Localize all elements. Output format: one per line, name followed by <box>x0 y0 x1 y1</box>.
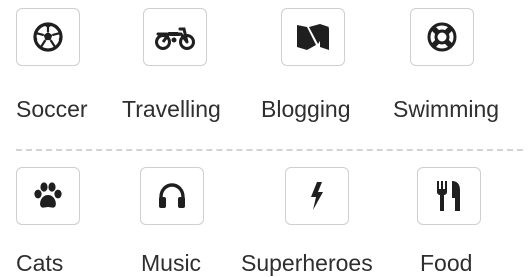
soccer-ball-icon <box>32 21 64 53</box>
interest-tile-travelling[interactable] <box>143 8 207 66</box>
interest-tile-food[interactable] <box>417 167 481 225</box>
interest-label-travelling: Travelling <box>122 96 221 122</box>
section-divider <box>16 149 523 151</box>
paw-icon <box>32 181 64 211</box>
interest-tile-music[interactable] <box>140 167 204 225</box>
lightning-bolt-icon <box>308 181 326 211</box>
headphones-icon <box>157 182 187 210</box>
motorcycle-icon <box>154 23 196 51</box>
interest-label-soccer: Soccer <box>16 96 88 122</box>
interest-tile-blogging[interactable] <box>281 8 345 66</box>
life-ring-icon <box>426 21 458 53</box>
interest-tile-soccer[interactable] <box>16 8 80 66</box>
interest-label-music: Music <box>141 250 202 276</box>
cutlery-icon <box>434 180 464 212</box>
interest-tile-superheroes[interactable] <box>285 167 349 225</box>
interest-label-superheroes: Superheroes <box>241 250 373 276</box>
interest-label-blogging: Blogging <box>261 96 351 122</box>
interest-tile-swimming[interactable] <box>410 8 474 66</box>
interest-tile-cats[interactable] <box>16 167 80 225</box>
medium-m-icon <box>296 23 330 51</box>
interest-label-cats: Cats <box>16 250 64 276</box>
interest-label-swimming: Swimming <box>393 96 500 122</box>
interest-label-food: Food <box>420 250 473 276</box>
